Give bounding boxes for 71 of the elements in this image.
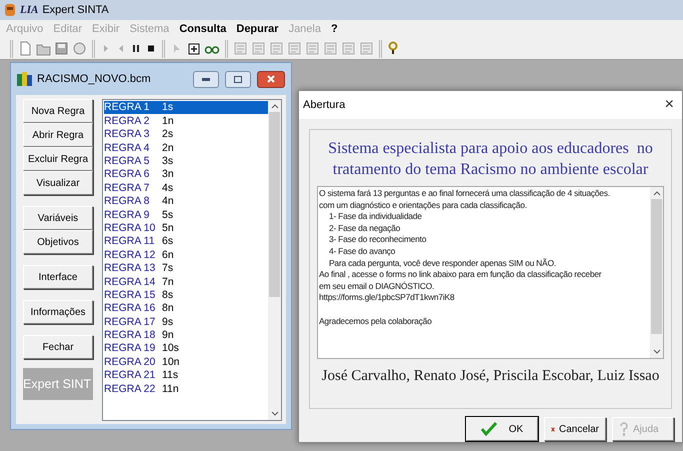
dialog-button[interactable]: Cancelar — [544, 417, 606, 441]
rule-row[interactable]: REGRA 6 3n — [104, 168, 268, 182]
rule-row[interactable]: REGRA 3 2s — [104, 128, 268, 142]
menu-item[interactable]: Depurar — [236, 20, 279, 38]
rule-row[interactable]: REGRA 5 3s — [104, 154, 268, 168]
rule-row[interactable]: REGRA 8 4n — [104, 194, 268, 208]
rule-base-button[interactable]: Visualizar — [23, 171, 93, 195]
text-line: Para cada pergunta, você deve responder apenas SIM ou NÃO. — [328, 258, 557, 270]
rule-row[interactable]: REGRA 18 9n — [104, 328, 268, 342]
check-icon — [480, 422, 497, 436]
text-line: https://forms.gle/1pbcSP7dT1kwn7iK8 — [319, 292, 456, 304]
rule-base-button[interactable]: Nova Regra — [23, 99, 93, 123]
rule-row[interactable]: REGRA 16 8n — [104, 302, 268, 316]
authors-text: José Carvalho, Renato José, Priscila Escobar, Luiz Issao — [322, 367, 660, 386]
scrollbar-thumb[interactable] — [269, 112, 280, 297]
rule-base-button[interactable]: Variáveis — [23, 206, 93, 230]
text-line: com um diagnóstico e orientações para cada classificação. — [319, 200, 528, 212]
close-icon — [267, 75, 275, 83]
rule-row[interactable]: REGRA 20 10n — [104, 355, 268, 369]
text-line: 4- Fase do avanço — [328, 246, 396, 258]
plus-box-icon[interactable] — [187, 41, 201, 56]
text-line: Ao final , acesse o forms no link abaixo para em função da classificação receber — [319, 269, 602, 281]
rule-row[interactable]: REGRA 22 11n — [104, 382, 268, 396]
rule-row[interactable]: REGRA 7 4s — [104, 181, 268, 195]
books-icon — [17, 72, 33, 86]
rule-row[interactable]: REGRA 1 1s — [104, 101, 268, 114]
rule-row[interactable]: REGRA 9 5s — [104, 208, 268, 222]
scrollbar-thumb[interactable] — [651, 199, 662, 334]
window-title: RACISMO_NOVO.bcm — [37, 72, 152, 87]
scrollbar[interactable] — [268, 100, 281, 420]
text-line: 2- Fase da negação — [328, 222, 402, 234]
rule-row[interactable]: REGRA 21 11s — [104, 368, 268, 382]
new-file-icon[interactable] — [18, 41, 33, 56]
close-button[interactable]: × — [664, 97, 674, 113]
rule-base-button[interactable]: Fechar — [23, 335, 93, 359]
rule-base-button[interactable]: Abrir Regra — [23, 123, 93, 147]
save-icon[interactable] — [54, 41, 69, 56]
rule-row[interactable]: REGRA 19 10s — [104, 342, 268, 356]
text-line: Agradecemos pela colaboração — [319, 316, 433, 328]
rule-base-button[interactable]: Excluir Regra — [23, 147, 93, 171]
scrollbar[interactable] — [650, 187, 663, 358]
app-icon — [4, 3, 16, 17]
rule-row[interactable]: REGRA 2 1n — [104, 114, 268, 128]
dialog-title: Abertura — [303, 98, 346, 113]
rule-row[interactable]: REGRA 12 6n — [104, 248, 268, 262]
rule-base-button[interactable]: Interface — [23, 265, 93, 289]
text-line: 1- Fase da individualidade — [328, 211, 423, 223]
rule-base-button[interactable]: Informações — [23, 300, 93, 324]
rule-row[interactable]: REGRA 10 5n — [104, 222, 268, 235]
app-logo: LIA — [20, 2, 38, 18]
rule-row[interactable]: REGRA 13 7s — [104, 262, 268, 276]
restore-icon — [234, 76, 242, 82]
text-line: O sistema fará 13 perguntas e ao final fornecerá uma classificação de 4 situações. — [319, 188, 611, 200]
rule-row[interactable]: REGRA 15 8s — [104, 288, 268, 302]
maximize-button[interactable] — [225, 70, 251, 88]
minimize-button[interactable] — [193, 70, 219, 88]
rule-row[interactable]: REGRA 17 9s — [104, 315, 268, 329]
minimize-icon — [202, 78, 210, 80]
rule-row[interactable]: REGRA 14 7n — [104, 275, 268, 288]
close-button[interactable] — [257, 70, 285, 88]
dialog-button[interactable]: OK — [466, 417, 538, 441]
brand-label: Expert SINT — [23, 368, 93, 400]
menu-item[interactable]: ? — [330, 20, 338, 38]
text-line: 3- Fase do reconhecimento — [328, 234, 428, 246]
menu-item[interactable]: Consulta — [179, 20, 226, 38]
window-title: Expert SINTA — [42, 2, 109, 18]
rule-row[interactable]: REGRA 4 2n — [104, 141, 268, 155]
heading: Sistema especialista para apoio aos educadores no tratamento do tema Racismo no ambiente escolar — [328, 139, 653, 180]
text-line: em seu email o DIAGNÓSTICO. — [319, 280, 436, 292]
rule-row[interactable]: REGRA 11 6s — [104, 234, 268, 248]
rule-base-button[interactable]: Objetivos — [23, 230, 93, 254]
